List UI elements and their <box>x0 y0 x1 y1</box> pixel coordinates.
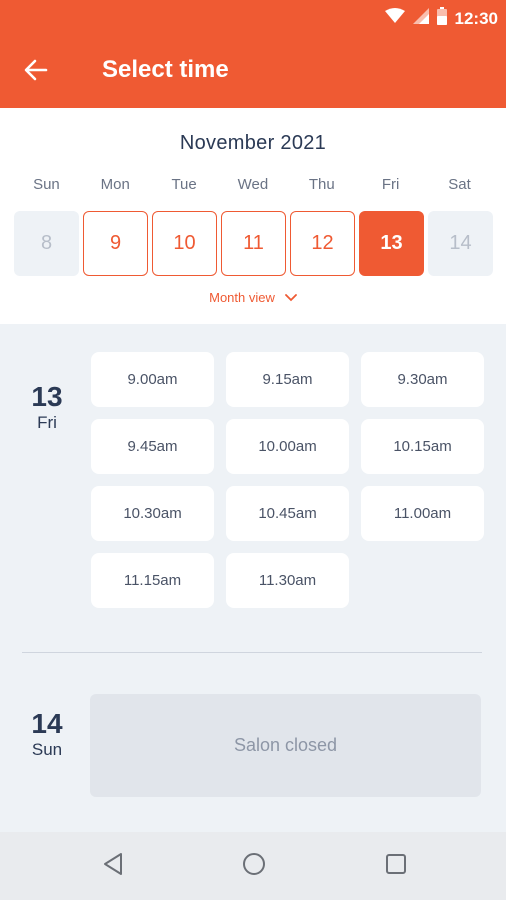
status-icons: 12:30 <box>384 7 498 30</box>
day-name: Fri <box>37 412 57 432</box>
weekday-label: Sat <box>448 176 471 193</box>
day-name: Sun <box>31 739 63 759</box>
time-slot[interactable]: 10.45am <box>226 486 349 541</box>
section-divider <box>22 652 482 653</box>
signal-icon <box>412 8 429 29</box>
weekday-label: Tue <box>171 176 197 193</box>
status-time: 12:30 <box>454 8 498 28</box>
day-row: 8 9 10 11 12 13 14 <box>14 211 493 276</box>
day-cell[interactable]: 10 <box>152 211 217 276</box>
status-bar: 12:30 <box>0 0 506 34</box>
arrow-left-icon <box>24 59 48 86</box>
weekday-label: Sun <box>33 176 60 193</box>
salon-closed-notice: Salon closed <box>90 694 481 797</box>
home-circle-icon <box>242 852 266 881</box>
day-header-sun: 14 Sun <box>22 708 72 760</box>
time-slot[interactable]: 10.15am <box>361 419 484 474</box>
day-cell[interactable]: 11 <box>221 211 286 276</box>
time-slot[interactable]: 10.30am <box>91 486 214 541</box>
time-slot-grid: 9.00am 9.15am 9.30am 9.45am 10.00am 10.1… <box>91 352 484 608</box>
weekday-row: Sun Mon Tue Wed Thu Fri Sat <box>12 176 494 193</box>
month-view-label: Month view <box>209 290 275 305</box>
battery-icon <box>436 7 447 30</box>
page-title: Select time <box>102 56 229 83</box>
wifi-icon <box>384 8 405 29</box>
month-view-toggle[interactable]: Month view <box>0 290 506 305</box>
nav-back-button[interactable] <box>97 850 129 882</box>
month-title: November 2021 <box>179 132 327 154</box>
weekday-label: Wed <box>237 176 269 193</box>
system-nav-bar <box>0 832 506 900</box>
chevron-down-icon <box>284 290 297 305</box>
time-slot[interactable]: 11.30am <box>226 553 349 608</box>
recents-square-icon <box>384 852 408 881</box>
time-slots-section: 13 Fri 9.00am 9.15am 9.30am 9.45am 10.00… <box>0 324 506 832</box>
nav-recents-button[interactable] <box>380 850 412 882</box>
app-bar: Select time <box>0 34 506 108</box>
time-slot[interactable]: 11.00am <box>361 486 484 541</box>
day-header-fri: 13 Fri <box>22 381 72 433</box>
week-calendar: November 2021 Sun Mon Tue Wed Thu Fri Sa… <box>0 108 506 324</box>
time-slot[interactable]: 11.15am <box>91 553 214 608</box>
weekday-label: Thu <box>308 176 335 193</box>
back-triangle-icon <box>101 852 125 881</box>
day-cell-disabled: 8 <box>14 211 79 276</box>
time-slot[interactable]: 10.00am <box>226 419 349 474</box>
back-button[interactable] <box>20 56 52 88</box>
time-slot[interactable]: 9.30am <box>361 352 484 407</box>
time-slot[interactable]: 9.00am <box>91 352 214 407</box>
day-cell[interactable]: 12 <box>290 211 355 276</box>
day-cell[interactable]: 9 <box>83 211 148 276</box>
weekday-label: Fri <box>381 176 400 193</box>
weekday-label: Mon <box>100 176 130 193</box>
day-cell-disabled: 14 <box>428 211 493 276</box>
day-number: 13 <box>31 381 63 412</box>
nav-home-button[interactable] <box>238 850 270 882</box>
day-cell-selected[interactable]: 13 <box>359 211 424 276</box>
time-slot[interactable]: 9.45am <box>91 419 214 474</box>
day-number: 14 <box>31 708 63 739</box>
time-slot[interactable]: 9.15am <box>226 352 349 407</box>
